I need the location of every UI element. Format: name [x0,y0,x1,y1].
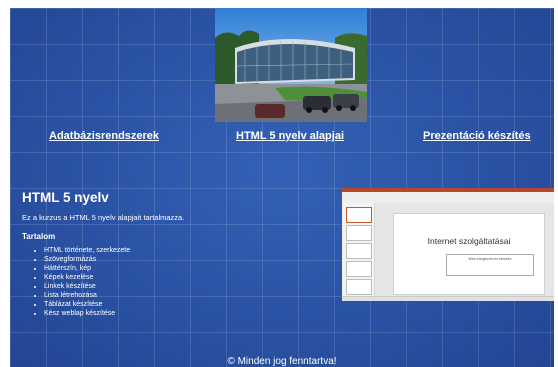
slide-thumbnail [346,279,372,295]
slide-thumbnail [346,243,372,259]
ppt-editor-area: Internet szolgáltatásai Web böngészés és… [375,203,554,296]
web-page: Adatbázisrendszerek HTML 5 nyelv alapjai… [10,8,554,367]
toc-list: HTML története, szerkezete Szövegformázá… [34,246,130,318]
nav-link-html5[interactable]: HTML 5 nyelv alapjai [236,130,344,142]
page-title: HTML 5 nyelv [22,190,109,205]
ppt-status-bar [342,296,554,301]
toc-item: Háttérszín, kép [44,264,130,273]
slide-subtitle: Web böngészés és keresés [446,254,534,276]
toc-item: HTML története, szerkezete [44,246,130,255]
ppt-ribbon [342,188,554,204]
toc-item: Képek kezelése [44,273,130,282]
intro-text: Ez a kurzus a HTML 5 nyelv alapjait tart… [22,213,185,222]
ppt-slide: Internet szolgáltatásai Web böngészés és… [393,213,545,295]
nav-link-adatbazisrendszerek[interactable]: Adatbázisrendszerek [49,130,159,142]
toc-item: Kész weblap készítése [44,309,130,318]
building-banner-image [215,8,367,122]
ppt-slide-thumbnails [342,203,375,296]
nav-link-prezentacio[interactable]: Prezentáció készítés [423,130,531,142]
slide-title: Internet szolgáltatásai [427,236,511,246]
building-photo [215,8,367,122]
toc-item: Szövegformázás [44,255,130,264]
slide-thumbnail [346,207,372,223]
ppt-title-bar [342,188,554,192]
slide-thumbnail [346,225,372,241]
toc-item: Táblázat készítése [44,300,130,309]
toc-heading: Tartalom [22,232,56,241]
footer-copyright: © Minden jog fenntartva! [227,356,337,367]
toc-item: Lista létrehozása [44,291,130,300]
powerpoint-screenshot-image: Internet szolgáltatásai Web böngészés és… [342,188,554,301]
slide-thumbnail [346,261,372,277]
toc-item: Linkek készítése [44,282,130,291]
